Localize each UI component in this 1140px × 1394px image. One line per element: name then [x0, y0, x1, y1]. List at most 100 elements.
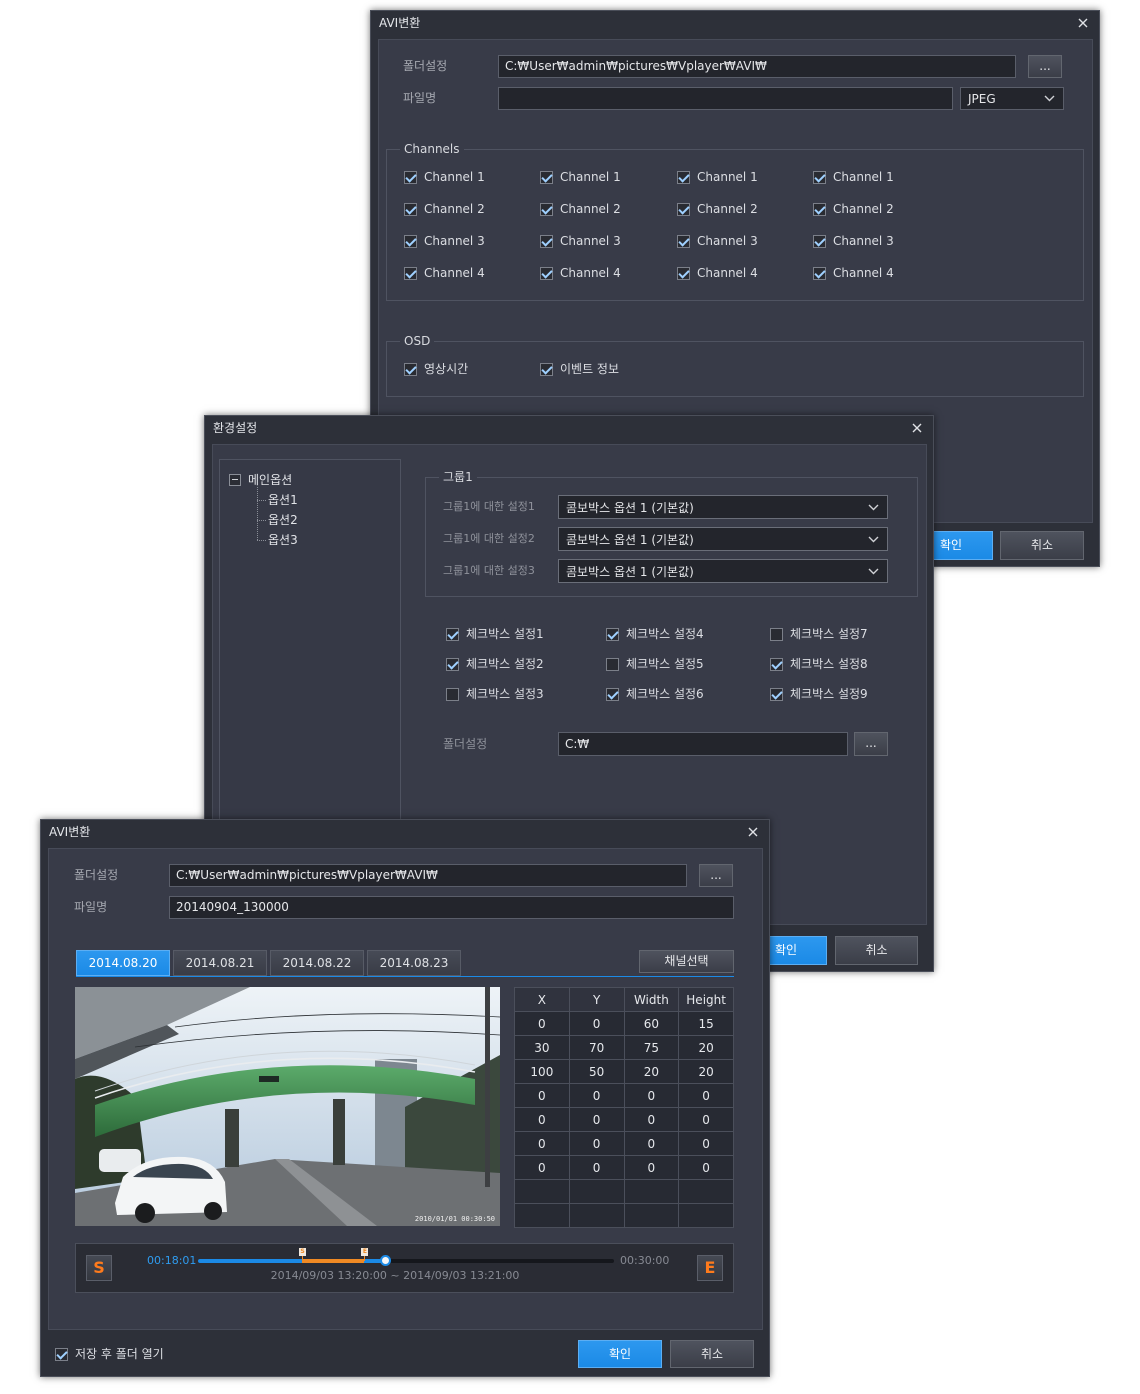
settings-checkbox-5[interactable]: 체크박스 설정5	[606, 656, 770, 672]
settings-checkbox-8[interactable]: 체크박스 설정8	[770, 656, 930, 672]
folder-path-input[interactable]: C:₩User₩admin₩pictures₩Vplayer₩AVI₩	[498, 55, 1016, 78]
checkbox-checked-icon[interactable]	[404, 202, 417, 216]
checkbox-checked-icon[interactable]	[446, 657, 459, 671]
osd-checkbox-1[interactable]: 영상시간	[404, 361, 540, 377]
tab-date-3[interactable]: 2014.08.22	[270, 950, 364, 976]
cancel-button[interactable]: 취소	[670, 1340, 754, 1368]
checkbox-icon[interactable]	[55, 1347, 68, 1361]
table-row[interactable]	[514, 1203, 734, 1228]
range-end-marker[interactable]: E	[361, 1248, 369, 1261]
tree-node-option-2[interactable]: 옵션2	[257, 510, 298, 530]
checkbox-checked-icon[interactable]	[813, 234, 826, 248]
tree-node-option-3[interactable]: 옵션3	[257, 530, 298, 550]
channel-checkbox-4-1[interactable]: Channel 1	[813, 169, 949, 185]
range-start-marker[interactable]: S	[299, 1248, 306, 1261]
set-end-button[interactable]: E	[697, 1255, 723, 1281]
settings-checkbox-1[interactable]: 체크박스 설정1	[446, 626, 606, 642]
group-setting-combo-2[interactable]: 콤보박스 옵션 1 (기본값)	[558, 527, 888, 551]
table-row[interactable]: 100 50 20 20	[514, 1059, 734, 1084]
channel-checkbox-3-4[interactable]: Channel 4	[677, 265, 813, 281]
browse-folder-button[interactable]: ...	[1028, 55, 1062, 78]
checkbox-checked-icon[interactable]	[404, 234, 417, 248]
checkbox-checked-icon[interactable]	[813, 170, 826, 184]
browse-folder-button[interactable]: ...	[699, 864, 733, 887]
open-folder-after-save-checkbox[interactable]: 저장 후 폴더 열기	[55, 1346, 164, 1362]
checkbox-checked-icon[interactable]	[540, 202, 553, 216]
table-row[interactable]: 0000	[514, 1131, 734, 1156]
channel-checkbox-3-1[interactable]: Channel 1	[677, 169, 813, 185]
channel-checkbox-2-4[interactable]: Channel 4	[540, 265, 677, 281]
channel-checkbox-1-1[interactable]: Channel 1	[404, 169, 540, 185]
channel-checkbox-2-3[interactable]: Channel 3	[540, 233, 677, 249]
checkbox-unchecked-icon[interactable]	[606, 657, 619, 671]
checkbox-checked-icon[interactable]	[677, 266, 690, 280]
checkbox-checked-icon[interactable]	[770, 657, 783, 671]
collapse-icon[interactable]	[229, 474, 241, 486]
table-row[interactable]: 0000	[514, 1083, 734, 1108]
checkbox-checked-icon[interactable]	[813, 266, 826, 280]
table-row[interactable]: 0 0 60 15	[514, 1011, 734, 1036]
checkbox-checked-icon[interactable]	[540, 266, 553, 280]
playhead-handle[interactable]	[379, 1255, 391, 1266]
checkbox-checked-icon[interactable]	[404, 362, 417, 376]
tab-date-2[interactable]: 2014.08.21	[173, 950, 267, 976]
set-start-button[interactable]: S	[86, 1255, 112, 1281]
checkbox-checked-icon[interactable]	[677, 234, 690, 248]
table-row[interactable]: 0000	[514, 1155, 734, 1180]
channel-checkbox-3-3[interactable]: Channel 3	[677, 233, 813, 249]
filename-input[interactable]	[498, 87, 953, 110]
checkbox-checked-icon[interactable]	[446, 627, 459, 641]
tab-date-4[interactable]: 2014.08.23	[367, 950, 461, 976]
checkbox-checked-icon[interactable]	[770, 687, 783, 701]
settings-checkbox-3[interactable]: 체크박스 설정3	[446, 686, 606, 702]
cancel-button[interactable]: 취소	[1000, 531, 1084, 560]
format-select[interactable]: JPEG	[960, 87, 1064, 110]
channel-checkbox-1-2[interactable]: Channel 2	[404, 201, 540, 217]
table-row[interactable]: 0000	[514, 1107, 734, 1132]
channel-select-button[interactable]: 채널선택	[639, 950, 734, 973]
group-setting-combo-1[interactable]: 콤보박스 옵션 1 (기본값)	[558, 495, 888, 519]
close-icon[interactable]	[911, 422, 923, 434]
settings-checkbox-6[interactable]: 체크박스 설정6	[606, 686, 770, 702]
osd-checkbox-2[interactable]: 이벤트 정보	[540, 361, 676, 377]
settings-checkbox-9[interactable]: 체크박스 설정9	[770, 686, 930, 702]
close-icon[interactable]	[747, 826, 759, 838]
checkbox-checked-icon[interactable]	[540, 234, 553, 248]
group-setting-combo-3[interactable]: 콤보박스 옵션 1 (기본값)	[558, 559, 888, 583]
filename-input[interactable]: 20140904_130000	[169, 896, 734, 919]
channel-checkbox-4-2[interactable]: Channel 2	[813, 201, 949, 217]
timeline-track[interactable]	[198, 1259, 614, 1263]
checkbox-checked-icon[interactable]	[813, 202, 826, 216]
checkbox-unchecked-icon[interactable]	[770, 627, 783, 641]
checkbox-unchecked-icon[interactable]	[446, 687, 459, 701]
channel-checkbox-2-2[interactable]: Channel 2	[540, 201, 677, 217]
checkbox-checked-icon[interactable]	[677, 202, 690, 216]
channel-checkbox-4-3[interactable]: Channel 3	[813, 233, 949, 249]
channel-checkbox-1-3[interactable]: Channel 3	[404, 233, 540, 249]
table-row[interactable]: 30 70 75 20	[514, 1035, 734, 1060]
table-row[interactable]	[514, 1179, 734, 1204]
checkbox-checked-icon[interactable]	[404, 170, 417, 184]
channel-checkbox-4-4[interactable]: Channel 4	[813, 265, 949, 281]
folder-path-input[interactable]: C:₩User₩admin₩pictures₩Vplayer₩AVI₩	[169, 864, 687, 887]
tree-node-root[interactable]: 메인옵션	[248, 472, 292, 488]
checkbox-checked-icon[interactable]	[404, 266, 417, 280]
checkbox-checked-icon[interactable]	[540, 170, 553, 184]
checkbox-checked-icon[interactable]	[606, 687, 619, 701]
checkbox-checked-icon[interactable]	[606, 627, 619, 641]
browse-folder-button[interactable]: ...	[854, 732, 888, 756]
channel-checkbox-3-2[interactable]: Channel 2	[677, 201, 813, 217]
tab-date-1[interactable]: 2014.08.20	[76, 950, 170, 976]
ok-button[interactable]: 확인	[578, 1340, 662, 1368]
tree-node-option-1[interactable]: 옵션1	[257, 490, 298, 510]
close-icon[interactable]	[1077, 17, 1089, 29]
folder-path-input[interactable]: C:₩	[558, 732, 848, 756]
channel-checkbox-2-1[interactable]: Channel 1	[540, 169, 677, 185]
settings-checkbox-2[interactable]: 체크박스 설정2	[446, 656, 606, 672]
checkbox-checked-icon[interactable]	[540, 362, 553, 376]
settings-checkbox-7[interactable]: 체크박스 설정7	[770, 626, 930, 642]
video-preview[interactable]: 2010/01/01 00:30:50	[75, 987, 500, 1226]
channel-checkbox-1-4[interactable]: Channel 4	[404, 265, 540, 281]
checkbox-checked-icon[interactable]	[677, 170, 690, 184]
cancel-button[interactable]: 취소	[835, 936, 918, 965]
